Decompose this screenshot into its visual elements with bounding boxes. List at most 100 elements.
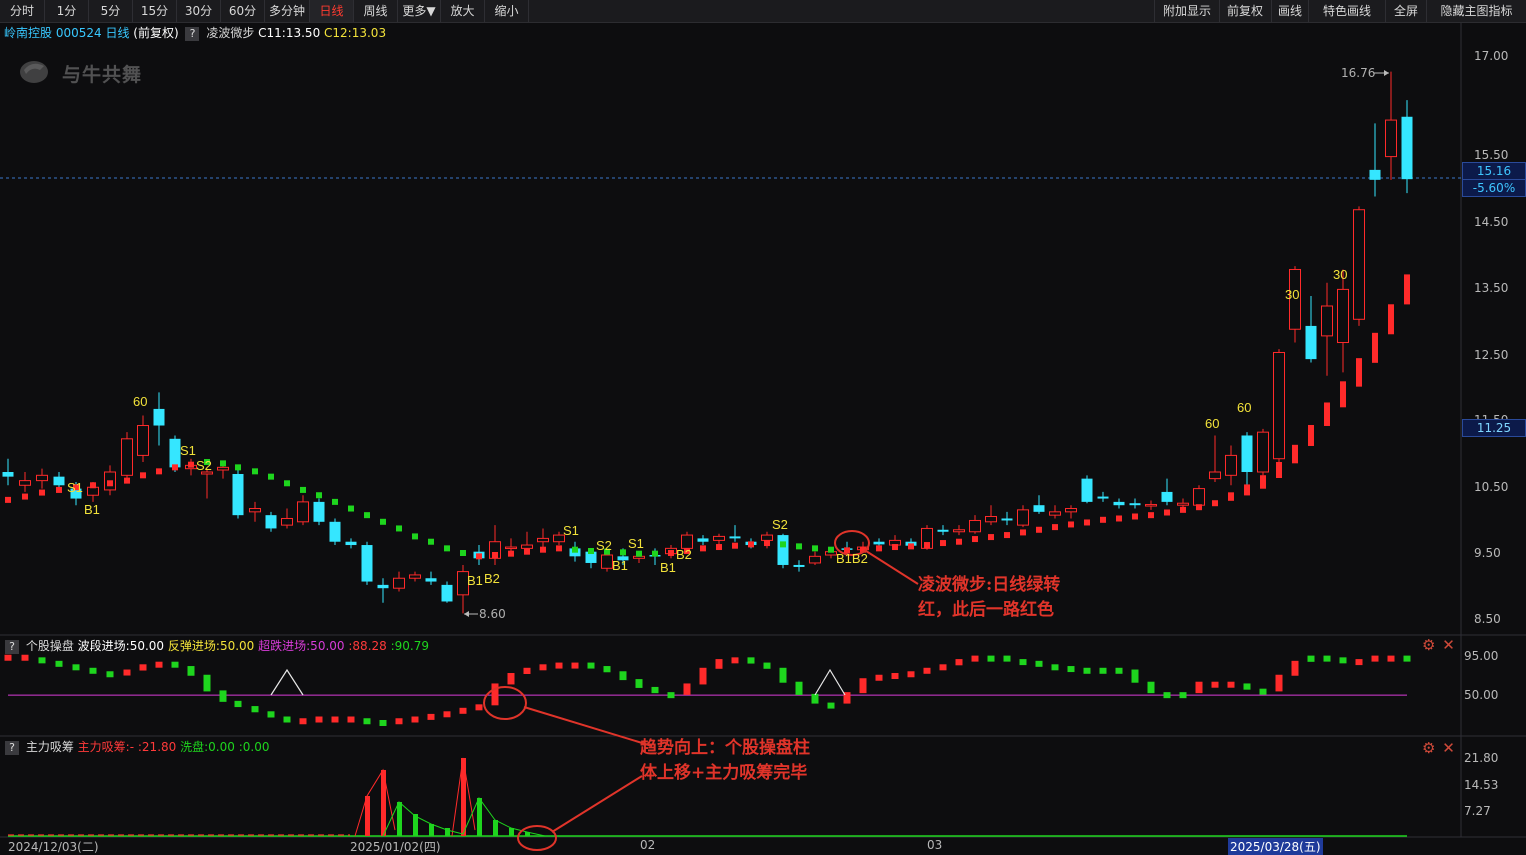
indicator-dot [908, 543, 914, 550]
chart-frame [0, 23, 1526, 855]
signal-label: S2 [196, 458, 212, 473]
candle-body [297, 501, 309, 523]
price-axis-label: 8.50 [1474, 612, 1501, 626]
panel1-bar [859, 678, 867, 694]
indicator-dot [412, 533, 418, 540]
kline-chart[interactable] [0, 0, 1526, 855]
indicator-dot [1004, 532, 1010, 539]
note-pointer [551, 775, 643, 833]
panel1-bar [1371, 655, 1379, 662]
candle-body [441, 584, 453, 602]
panel1-axis-label: 50.00 [1464, 688, 1499, 702]
indicator-dot [56, 486, 62, 493]
candle-body [1353, 209, 1365, 320]
panel2-green-bar [429, 824, 434, 836]
candle-body [1033, 505, 1045, 512]
signal-label: S1 [67, 480, 83, 495]
signal-label: B2 [676, 547, 692, 562]
indicator-dot [124, 477, 130, 484]
signal-label: 60 [1237, 400, 1252, 415]
panel1-bar [555, 662, 563, 669]
candle-body [345, 541, 357, 546]
panel2-header: ? 主力吸筹 主力吸筹:- :21.80 洗盘:0.00 :0.00 [2, 738, 269, 756]
panel1-bar [1211, 681, 1219, 688]
indicator-dot [572, 546, 578, 553]
indicator-dot [1228, 492, 1234, 501]
settings-gear-icon[interactable]: ⚙ [1422, 636, 1435, 654]
indicator-dot [892, 544, 898, 551]
panel1-value-red: :88.28 [348, 639, 387, 653]
candle-body [1385, 119, 1397, 158]
panel2-name[interactable]: 主力吸筹 [26, 740, 74, 754]
panel1-bar [38, 657, 46, 664]
panel2-axis-label: 7.27 [1464, 804, 1491, 818]
indicator-dot [1180, 506, 1186, 513]
indicator-dot [1100, 516, 1106, 523]
panel1-name[interactable]: 个股操盘 [26, 639, 74, 653]
note-pointer [523, 706, 653, 747]
panel2-axis-label: 21.80 [1464, 751, 1499, 765]
candle-body [505, 546, 517, 550]
indicator-dot [1388, 304, 1394, 335]
signal-label: B1 [612, 558, 628, 573]
panel1-bar [1083, 667, 1091, 674]
panel2-green-bar [493, 820, 498, 836]
sub-annotation-note: 趋势向上：个股操盘柱 体上移+主力吸筹完毕 [640, 736, 810, 786]
panel1-bar [1403, 655, 1411, 662]
close-icon[interactable]: ✕ [1442, 739, 1455, 757]
panel1-controls: ⚙ ✕ [1422, 636, 1455, 654]
indicator-dot [444, 545, 450, 552]
candle-body [217, 466, 229, 471]
panel1-bar [939, 664, 947, 671]
panel1-value-green: :90.79 [390, 639, 430, 653]
signal-label: 30 [1333, 267, 1348, 282]
indicator-dot [284, 480, 290, 487]
candle-body [1017, 509, 1029, 526]
indicator-dot [220, 460, 226, 467]
panel1-bar [1163, 692, 1171, 699]
candle-body [53, 476, 65, 486]
indicator-dot [1036, 526, 1042, 533]
panel1-bar [1131, 669, 1139, 683]
indicator-dot [1084, 519, 1090, 526]
panel1-bar [523, 667, 531, 675]
current-price-tag: 15.16 [1462, 162, 1526, 180]
candle-body [1177, 502, 1189, 506]
panel1-help-icon[interactable]: ? [5, 639, 19, 654]
panel2-help-icon[interactable]: ? [5, 740, 19, 755]
change-percent-tag: -5.60% [1462, 179, 1526, 197]
triangle-marker [814, 668, 846, 696]
panel1-bar [875, 674, 883, 681]
settings-gear-icon[interactable]: ⚙ [1422, 739, 1435, 757]
candle-body [1241, 435, 1253, 472]
candle-body [1305, 325, 1317, 360]
indicator-dot [1052, 524, 1058, 531]
price-axis-label: 12.50 [1474, 348, 1509, 362]
panel1-bar [1115, 667, 1123, 674]
candle-body [281, 517, 293, 526]
panel1-bar [923, 667, 931, 674]
indicator-dot [1068, 521, 1074, 528]
indicator-dot [316, 492, 322, 499]
indicator-dot [1356, 358, 1362, 387]
panel1-bar [106, 671, 114, 678]
panel1-bar [539, 664, 547, 671]
panel1-bar [763, 662, 771, 669]
candle-body [1145, 504, 1157, 507]
indicator-dot [1132, 513, 1138, 520]
panel1-bar [1243, 683, 1251, 690]
indicator-dot [332, 498, 338, 505]
signal-label: S1 [563, 523, 579, 538]
panel2-green-bar [509, 828, 514, 836]
candle-body [425, 578, 437, 582]
panel1-bar [747, 657, 755, 664]
date-cursor-label: 2025/03/28(五) [1228, 838, 1323, 855]
indicator-dot [39, 489, 45, 496]
panel1-bar [1195, 681, 1203, 694]
indicator-dot [22, 493, 28, 500]
close-icon[interactable]: ✕ [1442, 636, 1455, 654]
indicator-dot [748, 541, 754, 548]
signal-label: 30 [1285, 287, 1300, 302]
panel1-bar [1019, 659, 1027, 666]
candle-body [1321, 305, 1333, 337]
